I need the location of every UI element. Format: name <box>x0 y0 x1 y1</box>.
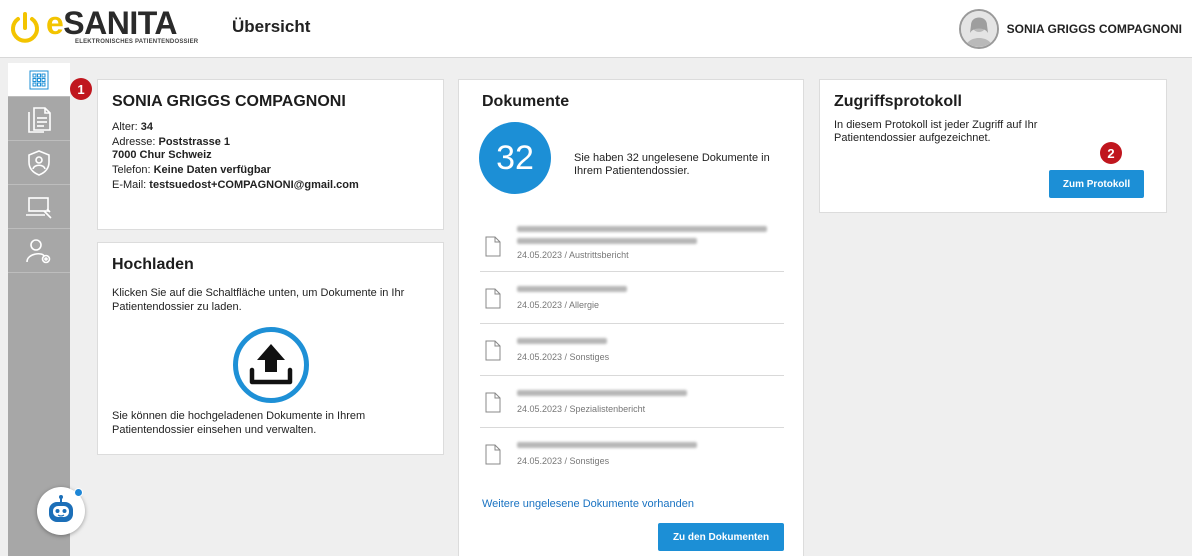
age-value: 34 <box>140 121 153 133</box>
list-item[interactable]: 24.05.2023 / Austrittsbericht <box>480 220 784 272</box>
sidebar-item-settings[interactable] <box>8 229 70 273</box>
upload-title: Hochladen <box>112 256 194 273</box>
document-title-redacted <box>517 226 767 232</box>
user-menu[interactable]: SONIA GRIGGS COMPAGNONI <box>958 7 1182 51</box>
patient-card: SONIA GRIGGS COMPAGNONI Alter: 34 Adress… <box>97 79 444 230</box>
grid-icon <box>29 70 49 89</box>
documents-title: Dokumente <box>482 93 570 110</box>
phone-row: Telefon: Keine Daten verfügbar <box>112 164 429 177</box>
document-title-redacted <box>517 338 607 344</box>
email-row: E-Mail: testsuedost+COMPAGNONI@gmail.com <box>112 179 429 192</box>
email-label: E-Mail: <box>112 179 147 191</box>
sidebar-item-overview[interactable] <box>8 63 70 97</box>
user-avatar-icon <box>960 11 997 47</box>
document-meta: 24.05.2023 / Sonstiges <box>517 456 610 466</box>
logo-letter-e: e <box>46 5 64 41</box>
more-documents-link[interactable]: Weitere ungelesene Dokumente vorhanden <box>482 498 694 510</box>
unread-count-text: Sie haben 32 ungelesene Dokumente in Ihr… <box>574 152 770 177</box>
sidebar <box>8 63 70 556</box>
sidebar-item-devices[interactable] <box>8 185 70 229</box>
notification-dot <box>74 488 83 497</box>
power-icon <box>11 12 39 43</box>
document-list: 24.05.2023 / Austrittsbericht 24.05.2023… <box>480 220 784 480</box>
document-meta: 24.05.2023 / Austrittsbericht <box>517 250 629 260</box>
patient-name: SONIA GRIGGS COMPAGNONI <box>112 93 346 110</box>
unread-count-badge: 32 <box>479 122 551 194</box>
document-icon <box>485 340 501 361</box>
documents-card: Dokumente 32 Sie haben 32 ungelesene Dok… <box>458 79 804 556</box>
document-meta: 24.05.2023 / Sonstiges <box>517 352 610 362</box>
header: eSANITA ELEKTRONISCHES PATIENTENDOSSIER … <box>0 0 1192 58</box>
page-title: Übersicht <box>232 17 311 36</box>
list-item[interactable]: 24.05.2023 / Allergie <box>480 272 784 324</box>
step-badge-1: 1 <box>70 78 92 100</box>
list-item[interactable]: 24.05.2023 / Spezialistenbericht <box>480 376 784 428</box>
documents-icon <box>28 106 51 133</box>
logo-subtitle: ELEKTRONISCHES PATIENTENDOSSIER <box>75 39 199 45</box>
user-settings-icon <box>26 238 51 263</box>
to-protocol-button[interactable]: Zum Protokoll <box>1049 170 1144 198</box>
laptop-settings-icon <box>26 196 52 219</box>
address-row: Adresse: Poststrasse 1 <box>112 136 429 149</box>
shield-user-icon <box>28 149 50 176</box>
chatbot-button[interactable] <box>37 487 85 535</box>
address-label: Adresse: <box>112 136 156 148</box>
access-log-title: Zugriffsprotokoll <box>834 93 962 110</box>
document-meta: 24.05.2023 / Spezialistenbericht <box>517 404 646 414</box>
avatar[interactable] <box>958 9 999 49</box>
sidebar-item-documents[interactable] <box>8 97 70 141</box>
step-badge-2: 2 <box>1100 142 1122 164</box>
document-title-redacted <box>517 390 687 396</box>
logo-wordmark: eSANITA <box>46 5 178 42</box>
phone-value: Keine Daten verfügbar <box>153 164 271 176</box>
sidebar-item-access-rights[interactable] <box>8 141 70 185</box>
to-documents-button[interactable]: Zu den Dokumenten <box>658 523 784 551</box>
upload-icon <box>249 344 293 385</box>
access-log-text: In diesem Protokoll ist jeder Zugriff au… <box>834 119 1038 144</box>
logo-word: SANITA <box>63 5 178 41</box>
list-item[interactable]: 24.05.2023 / Sonstiges <box>480 428 784 480</box>
list-item[interactable]: 24.05.2023 / Sonstiges <box>480 324 784 376</box>
age-row: Alter: 34 <box>112 121 429 134</box>
esanita-logo[interactable]: eSANITA ELEKTRONISCHES PATIENTENDOSSIER <box>8 5 198 51</box>
document-title-redacted <box>517 238 697 244</box>
document-icon <box>485 236 501 257</box>
phone-label: Telefon: <box>112 164 151 176</box>
upload-button[interactable] <box>233 327 309 403</box>
document-title-redacted <box>517 442 697 448</box>
email-value: testsuedost+COMPAGNONI@gmail.com <box>149 179 359 191</box>
chatbot-icon <box>49 495 73 522</box>
address-city: 7000 Chur Schweiz <box>112 149 212 161</box>
address-street: Poststrasse 1 <box>158 136 231 148</box>
user-name[interactable]: SONIA GRIGGS COMPAGNONI <box>1007 22 1182 36</box>
document-meta: 24.05.2023 / Allergie <box>517 300 600 310</box>
age-label: Alter: <box>112 121 138 133</box>
upload-card: Hochladen Klicken Sie auf die Schaltfläc… <box>97 242 444 455</box>
document-title-redacted <box>517 286 627 292</box>
document-icon <box>485 288 501 309</box>
document-icon <box>485 444 501 465</box>
upload-instruction: Klicken Sie auf die Schaltfläche unten, … <box>112 287 405 313</box>
upload-hint: Sie können die hochgeladenen Dokumente i… <box>112 410 366 436</box>
document-icon <box>485 392 501 413</box>
